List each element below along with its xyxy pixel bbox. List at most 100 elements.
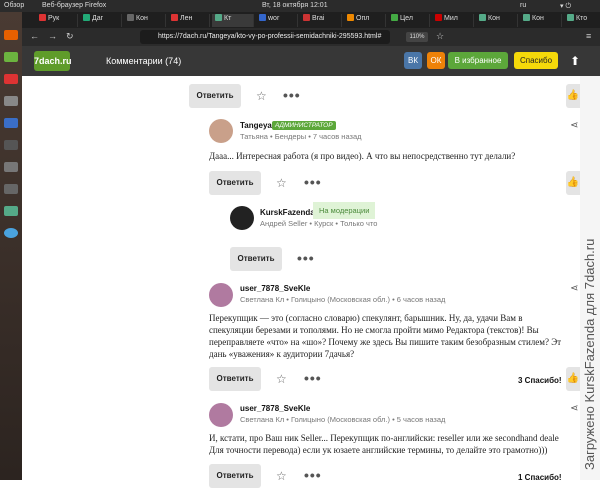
app-icon[interactable] [4,118,18,128]
star-icon[interactable]: ☆ [276,372,287,386]
reply-button[interactable]: Ответить [189,84,241,108]
tab-strip: Рук Даг Кон Лен Кт wor Brai Опл Цел Мил Кон Кон Кто [22,12,600,28]
star-icon[interactable]: ☆ [276,469,287,483]
comment-text: И, кстати, про Ваш ник Seller... Перекуп… [209,433,559,443]
star-icon[interactable]: ☆ [276,176,287,190]
terminal-icon[interactable] [4,140,18,150]
files-icon[interactable] [4,96,18,106]
browser-tab[interactable]: Brai [300,14,342,27]
tab-favicon-icon [303,14,310,21]
app-icon[interactable] [4,228,18,238]
app-launcher [0,12,22,480]
tab-label: Кон [488,15,500,22]
thanks-count: 1 Спасибо! [518,473,562,482]
more-options-icon[interactable]: ••• [297,250,315,266]
comment-text: спекуляции березами и тополями. Но не см… [209,325,539,335]
star-icon[interactable]: ☆ [256,89,267,103]
comment-meta: Светлана Кл • Голицыно (Московская обл.)… [240,295,446,304]
browser-tab[interactable]: Рук [36,14,78,27]
avatar[interactable] [209,283,233,307]
like-icon[interactable]: 👍 [566,171,580,195]
browser-tab[interactable]: wor [256,14,298,27]
favorites-button[interactable]: В избранное [448,52,508,69]
reload-icon[interactable]: ↻ [66,31,74,42]
tab-favicon-icon [39,14,46,21]
tab-label: Мил [444,15,458,22]
url-input[interactable]: https://7dach.ru/Tangeya/kto-vy-po-profe… [140,30,390,44]
avatar[interactable] [209,119,233,143]
browser-tab[interactable]: Кон [124,14,166,27]
tab-label: Кон [136,15,148,22]
share-icon[interactable]: ⋖ [570,403,578,414]
tab-favicon-icon [567,14,574,21]
share-icon[interactable]: ⋖ [570,283,578,294]
ok-share-button[interactable]: ОК [427,52,445,69]
like-icon[interactable]: 👍 [566,84,580,108]
active-app-label[interactable]: Веб-браузер Firefox [42,2,106,9]
menu-icon[interactable]: ≡ [586,31,591,41]
zoom-level[interactable]: 110% [406,32,428,42]
vk-share-button[interactable]: ВК [404,52,422,69]
tab-label: Лен [180,15,193,22]
reply-button[interactable]: Ответить [209,367,261,391]
thanks-count: 3 Спасибо! [518,376,562,385]
more-options-icon[interactable]: ••• [304,467,322,483]
browser-tab[interactable]: Кт [212,14,254,27]
avatar[interactable] [230,206,254,230]
comment-text: дань «уважения» к аудитории 7дачья? [209,349,355,359]
app-icon[interactable] [4,52,18,62]
app-icon[interactable] [4,74,18,84]
tab-label: Опл [356,15,370,22]
share-icon[interactable]: ⋖ [570,120,578,131]
more-options-icon[interactable]: ••• [283,87,301,103]
reply-button[interactable]: Ответить [230,247,282,271]
browser-tab[interactable]: Кто [564,14,600,27]
more-options-icon[interactable]: ••• [304,370,322,386]
comment-author[interactable]: user_7878_SveKle [240,284,310,293]
browser-tab[interactable]: Даг [80,14,122,27]
thanks-button[interactable]: Спасибо [514,52,558,69]
browser-tab[interactable]: Кон [520,14,562,27]
comment-text: Дааа... Интересная работа (я про видео).… [209,151,516,161]
comment-author[interactable]: Tangeya [240,121,272,130]
browser-tab[interactable]: Мил [432,14,474,27]
more-options-icon[interactable]: ••• [304,174,322,190]
tab-label: Даг [92,15,104,22]
browser-tab[interactable]: Опл [344,14,386,27]
bookmark-star-icon[interactable]: ☆ [436,31,444,42]
keyboard-lang[interactable]: ru [520,2,526,9]
comment-text: переправляете «что» на «шо»? Почему же з… [209,337,562,347]
os-top-bar: Обзор Веб-браузер Firefox Вт, 18 октября… [0,0,600,12]
comment-meta: Татьяна • Бендеры • 7 часов назад [240,132,362,141]
app-icon[interactable] [4,206,18,216]
tab-favicon-icon [347,14,354,21]
browser-tab[interactable]: Цел [388,14,430,27]
app-icon[interactable] [4,184,18,194]
comment-meta: Светлана Кл • Голицыно (Московская обл.)… [240,415,446,424]
avatar[interactable] [209,403,233,427]
admin-badge: АДМИНИСТРАТОР [272,121,336,130]
reply-button[interactable]: Ответить [209,171,261,195]
browser-tab[interactable]: Лен [168,14,210,27]
like-icon[interactable]: 👍 [566,367,580,391]
tab-favicon-icon [259,14,266,21]
upload-watermark: Загружено KurskFazenda для 7dach.ru [582,238,597,470]
tab-favicon-icon [523,14,530,21]
system-menu-icon[interactable]: ▾ ⏻ [560,2,571,11]
firefox-icon[interactable] [4,30,18,40]
comment-author[interactable]: user_7878_SveKle [240,404,310,413]
comment-author[interactable]: KurskFazenda [260,208,315,217]
tab-label: Рук [48,15,60,22]
comment-meta: Андрей Seller • Курск • Только что [260,219,378,228]
browser-tab[interactable]: Кон [476,14,518,27]
clock[interactable]: Вт, 18 октября 12:01 [262,2,328,9]
tab-favicon-icon [479,14,486,21]
forward-icon[interactable]: → [48,31,57,41]
site-logo[interactable]: 7dach.ru [34,51,72,71]
reply-button[interactable]: Ответить [209,464,261,488]
overview-button[interactable]: Обзор [4,2,24,9]
scroll-top-icon[interactable]: ⬆ [570,54,580,68]
back-icon[interactable]: ← [30,31,39,41]
tab-label: Цел [400,15,413,22]
app-icon[interactable] [4,162,18,172]
